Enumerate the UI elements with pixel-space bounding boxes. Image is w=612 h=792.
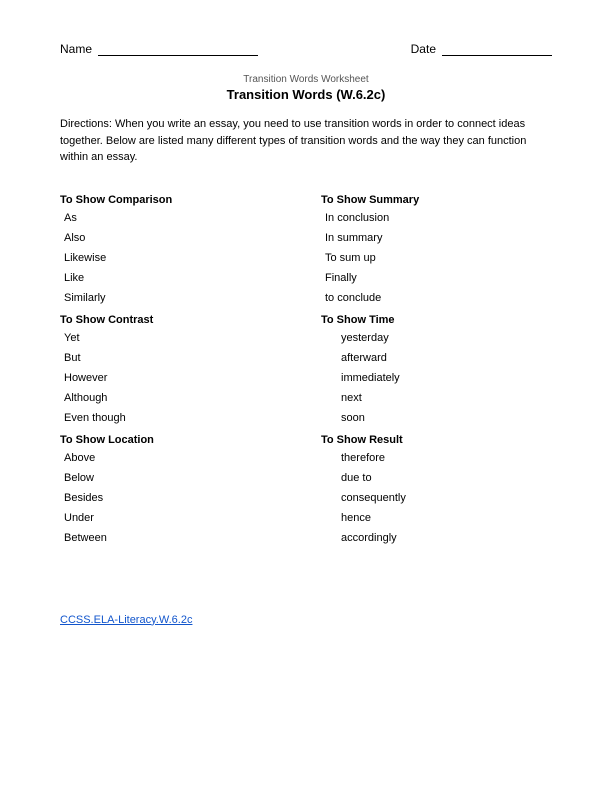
list-item: Finally xyxy=(321,272,552,284)
left-section-header-comparison: To Show Comparison xyxy=(60,194,291,206)
list-item: But xyxy=(60,352,291,364)
list-item: In summary xyxy=(321,232,552,244)
list-item: consequently xyxy=(321,492,552,504)
list-item: Similarly xyxy=(60,292,291,304)
list-item: Although xyxy=(60,392,291,404)
right-section-header-time: To Show Time xyxy=(321,314,552,326)
list-item: yesterday xyxy=(321,332,552,344)
list-item: Like xyxy=(60,272,291,284)
list-item: Between xyxy=(60,532,291,544)
list-item: As xyxy=(60,212,291,224)
date-field: Date xyxy=(411,40,552,56)
title-section: Transition Words Worksheet Transition Wo… xyxy=(60,74,552,102)
date-label: Date xyxy=(411,42,436,56)
list-item: However xyxy=(60,372,291,384)
name-line xyxy=(98,40,258,56)
list-item: Under xyxy=(60,512,291,524)
list-item: In conclusion xyxy=(321,212,552,224)
header-row: Name Date xyxy=(60,40,552,56)
list-item: next xyxy=(321,392,552,404)
list-item: to conclude xyxy=(321,292,552,304)
left-column: To Show Comparison As Also Likewise Like… xyxy=(60,184,301,552)
footer: CCSS.ELA-Literacy.W.6.2c xyxy=(60,612,552,626)
list-item: afterward xyxy=(321,352,552,364)
list-item: hence xyxy=(321,512,552,524)
list-item: Below xyxy=(60,472,291,484)
page-title: Transition Words (W.6.2c) xyxy=(60,87,552,102)
name-field: Name xyxy=(60,40,258,56)
list-item: Also xyxy=(60,232,291,244)
date-line xyxy=(442,40,552,56)
directions-text: Directions: When you write an essay, you… xyxy=(60,116,552,166)
content-columns: To Show Comparison As Also Likewise Like… xyxy=(60,184,552,552)
subtitle: Transition Words Worksheet xyxy=(60,74,552,85)
list-item: Likewise xyxy=(60,252,291,264)
ccss-link[interactable]: CCSS.ELA-Literacy.W.6.2c xyxy=(60,614,192,626)
name-label: Name xyxy=(60,42,92,56)
list-item: Even though xyxy=(60,412,291,424)
right-section-header-summary: To Show Summary xyxy=(321,194,552,206)
right-column: To Show Summary In conclusion In summary… xyxy=(301,184,552,552)
list-item: soon xyxy=(321,412,552,424)
list-item: Yet xyxy=(60,332,291,344)
list-item: therefore xyxy=(321,452,552,464)
list-item: due to xyxy=(321,472,552,484)
right-section-header-result: To Show Result xyxy=(321,434,552,446)
left-section-header-contrast: To Show Contrast xyxy=(60,314,291,326)
list-item: accordingly xyxy=(321,532,552,544)
list-item: Above xyxy=(60,452,291,464)
list-item: immediately xyxy=(321,372,552,384)
list-item: To sum up xyxy=(321,252,552,264)
left-section-header-location: To Show Location xyxy=(60,434,291,446)
list-item: Besides xyxy=(60,492,291,504)
